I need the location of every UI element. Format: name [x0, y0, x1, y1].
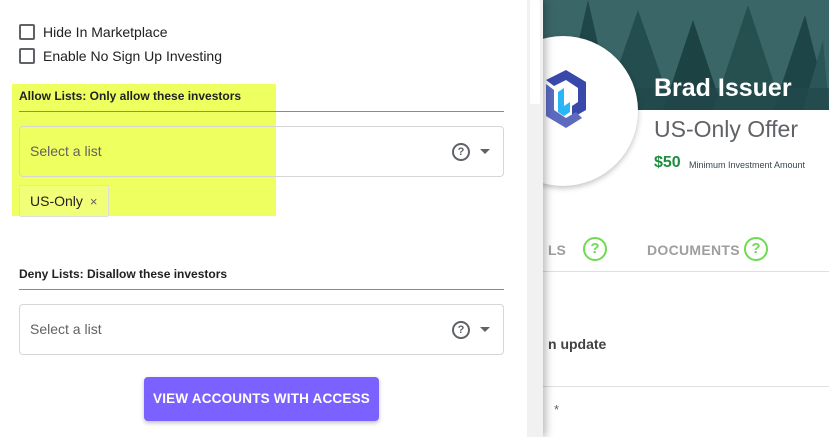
issuer-logo-icon [546, 70, 586, 128]
divider [543, 386, 829, 387]
offer-tabs: LS ? DOCUMENTS ? [543, 232, 829, 272]
checkbox-label: Hide In Marketplace [43, 24, 168, 40]
tab-details[interactable]: LS [548, 242, 566, 258]
deny-lists-divider [19, 289, 504, 290]
hide-in-marketplace-option[interactable]: Hide In Marketplace [19, 24, 168, 40]
list-item: n update [548, 336, 607, 352]
chevron-down-icon[interactable] [480, 327, 490, 332]
allow-list-select[interactable]: Select a list ? [19, 126, 504, 177]
allow-list-chip: US-Only × [19, 185, 109, 217]
view-accounts-with-access-button[interactable]: VIEW ACCOUNTS WITH ACCESS [144, 377, 379, 421]
no-signup-investing-option[interactable]: Enable No Sign Up Investing [19, 48, 222, 64]
offer-page: Brad Issuer US-Only Offer $50 Minimum In… [543, 0, 829, 437]
chip-label: US-Only [30, 193, 83, 209]
offer-title: US-Only Offer [654, 116, 798, 142]
close-icon[interactable]: × [90, 194, 98, 209]
allow-lists-label: Allow Lists: Only allow these investors [19, 89, 242, 103]
issuer-name: Brad Issuer [654, 74, 792, 102]
no-signup-investing-checkbox[interactable] [19, 48, 35, 64]
chevron-down-icon[interactable] [480, 149, 490, 154]
deny-lists-label: Deny Lists: Disallow these investors [19, 267, 228, 281]
help-circle-icon[interactable]: ? [452, 143, 470, 161]
help-circle-icon[interactable]: ? [452, 321, 470, 339]
minimum-investment-amount: $50 [654, 154, 681, 171]
hide-in-marketplace-checkbox[interactable] [19, 24, 35, 40]
required-asterisk: * [554, 402, 560, 417]
deny-list-select[interactable]: Select a list ? [19, 304, 504, 355]
checkbox-label: Enable No Sign Up Investing [43, 48, 222, 64]
tab-documents[interactable]: DOCUMENTS [647, 242, 740, 258]
select-placeholder: Select a list [30, 143, 102, 159]
select-placeholder: Select a list [30, 321, 102, 337]
allow-lists-divider [19, 111, 504, 112]
help-circle-icon[interactable]: ? [583, 237, 607, 261]
help-circle-icon[interactable]: ? [744, 237, 768, 261]
offer-settings-drawer: Hide In Marketplace Enable No Sign Up In… [0, 0, 543, 437]
minimum-investment-label: Minimum Investment Amount [689, 160, 806, 170]
scrollbar-thumb[interactable] [530, 0, 540, 104]
